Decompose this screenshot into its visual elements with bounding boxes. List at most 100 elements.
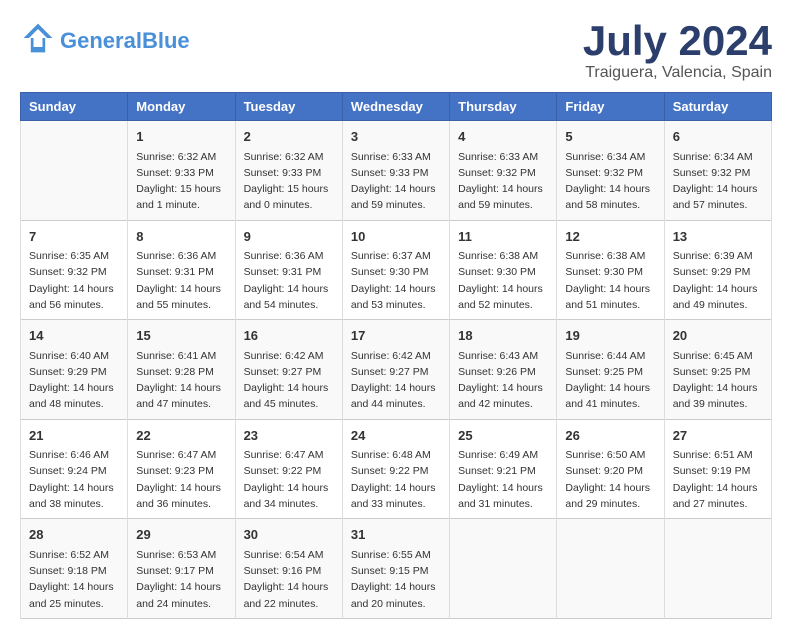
day-info: Sunrise: 6:34 AMSunset: 9:32 PMDaylight:… xyxy=(565,149,655,214)
day-info: Sunrise: 6:38 AMSunset: 9:30 PMDaylight:… xyxy=(565,248,655,313)
header-cell-saturday: Saturday xyxy=(664,93,771,121)
day-info: Sunrise: 6:32 AMSunset: 9:33 PMDaylight:… xyxy=(244,149,334,214)
day-info: Sunrise: 6:54 AMSunset: 9:16 PMDaylight:… xyxy=(244,547,334,612)
day-info: Sunrise: 6:51 AMSunset: 9:19 PMDaylight:… xyxy=(673,447,763,512)
week-row-1: 1Sunrise: 6:32 AMSunset: 9:33 PMDaylight… xyxy=(21,121,772,221)
day-number: 15 xyxy=(136,326,226,346)
day-cell: 26Sunrise: 6:50 AMSunset: 9:20 PMDayligh… xyxy=(557,419,664,519)
day-cell xyxy=(450,519,557,619)
day-cell: 5Sunrise: 6:34 AMSunset: 9:32 PMDaylight… xyxy=(557,121,664,221)
day-info: Sunrise: 6:32 AMSunset: 9:33 PMDaylight:… xyxy=(136,149,226,214)
day-number: 31 xyxy=(351,525,441,545)
week-row-3: 14Sunrise: 6:40 AMSunset: 9:29 PMDayligh… xyxy=(21,320,772,420)
day-cell: 14Sunrise: 6:40 AMSunset: 9:29 PMDayligh… xyxy=(21,320,128,420)
day-cell: 27Sunrise: 6:51 AMSunset: 9:19 PMDayligh… xyxy=(664,419,771,519)
day-number: 11 xyxy=(458,227,548,247)
week-row-4: 21Sunrise: 6:46 AMSunset: 9:24 PMDayligh… xyxy=(21,419,772,519)
day-info: Sunrise: 6:49 AMSunset: 9:21 PMDaylight:… xyxy=(458,447,548,512)
day-number: 10 xyxy=(351,227,441,247)
day-number: 2 xyxy=(244,127,334,147)
header-cell-thursday: Thursday xyxy=(450,93,557,121)
day-number: 12 xyxy=(565,227,655,247)
day-number: 4 xyxy=(458,127,548,147)
day-cell: 8Sunrise: 6:36 AMSunset: 9:31 PMDaylight… xyxy=(128,220,235,320)
day-number: 1 xyxy=(136,127,226,147)
day-info: Sunrise: 6:36 AMSunset: 9:31 PMDaylight:… xyxy=(244,248,334,313)
day-number: 17 xyxy=(351,326,441,346)
day-number: 7 xyxy=(29,227,119,247)
day-cell: 6Sunrise: 6:34 AMSunset: 9:32 PMDaylight… xyxy=(664,121,771,221)
day-number: 22 xyxy=(136,426,226,446)
day-info: Sunrise: 6:47 AMSunset: 9:23 PMDaylight:… xyxy=(136,447,226,512)
day-info: Sunrise: 6:37 AMSunset: 9:30 PMDaylight:… xyxy=(351,248,441,313)
day-info: Sunrise: 6:53 AMSunset: 9:17 PMDaylight:… xyxy=(136,547,226,612)
day-info: Sunrise: 6:38 AMSunset: 9:30 PMDaylight:… xyxy=(458,248,548,313)
day-info: Sunrise: 6:45 AMSunset: 9:25 PMDaylight:… xyxy=(673,348,763,413)
location: Traiguera, Valencia, Spain xyxy=(583,64,772,82)
day-number: 16 xyxy=(244,326,334,346)
day-info: Sunrise: 6:34 AMSunset: 9:32 PMDaylight:… xyxy=(673,149,763,214)
day-number: 28 xyxy=(29,525,119,545)
day-number: 9 xyxy=(244,227,334,247)
day-cell: 11Sunrise: 6:38 AMSunset: 9:30 PMDayligh… xyxy=(450,220,557,320)
day-number: 25 xyxy=(458,426,548,446)
day-info: Sunrise: 6:46 AMSunset: 9:24 PMDaylight:… xyxy=(29,447,119,512)
day-number: 18 xyxy=(458,326,548,346)
header-cell-wednesday: Wednesday xyxy=(342,93,449,121)
title-block: July 2024 Traiguera, Valencia, Spain xyxy=(583,20,772,82)
logo-general: GeneralBlue xyxy=(60,30,190,52)
day-info: Sunrise: 6:44 AMSunset: 9:25 PMDaylight:… xyxy=(565,348,655,413)
day-cell: 22Sunrise: 6:47 AMSunset: 9:23 PMDayligh… xyxy=(128,419,235,519)
header-row: SundayMondayTuesdayWednesdayThursdayFrid… xyxy=(21,93,772,121)
logo-text-block: GeneralBlue xyxy=(60,30,190,52)
day-info: Sunrise: 6:42 AMSunset: 9:27 PMDaylight:… xyxy=(351,348,441,413)
day-cell xyxy=(664,519,771,619)
day-cell: 23Sunrise: 6:47 AMSunset: 9:22 PMDayligh… xyxy=(235,419,342,519)
header-cell-tuesday: Tuesday xyxy=(235,93,342,121)
day-info: Sunrise: 6:48 AMSunset: 9:22 PMDaylight:… xyxy=(351,447,441,512)
day-cell: 15Sunrise: 6:41 AMSunset: 9:28 PMDayligh… xyxy=(128,320,235,420)
day-cell: 20Sunrise: 6:45 AMSunset: 9:25 PMDayligh… xyxy=(664,320,771,420)
day-number: 23 xyxy=(244,426,334,446)
day-cell: 29Sunrise: 6:53 AMSunset: 9:17 PMDayligh… xyxy=(128,519,235,619)
day-cell xyxy=(557,519,664,619)
day-info: Sunrise: 6:52 AMSunset: 9:18 PMDaylight:… xyxy=(29,547,119,612)
day-info: Sunrise: 6:33 AMSunset: 9:32 PMDaylight:… xyxy=(458,149,548,214)
page-header: GeneralBlue July 2024 Traiguera, Valenci… xyxy=(20,20,772,82)
day-info: Sunrise: 6:33 AMSunset: 9:33 PMDaylight:… xyxy=(351,149,441,214)
day-info: Sunrise: 6:39 AMSunset: 9:29 PMDaylight:… xyxy=(673,248,763,313)
logo-icon xyxy=(20,20,56,61)
day-info: Sunrise: 6:41 AMSunset: 9:28 PMDaylight:… xyxy=(136,348,226,413)
day-number: 21 xyxy=(29,426,119,446)
day-number: 14 xyxy=(29,326,119,346)
header-cell-sunday: Sunday xyxy=(21,93,128,121)
day-info: Sunrise: 6:35 AMSunset: 9:32 PMDaylight:… xyxy=(29,248,119,313)
day-number: 24 xyxy=(351,426,441,446)
day-cell: 18Sunrise: 6:43 AMSunset: 9:26 PMDayligh… xyxy=(450,320,557,420)
calendar-header: SundayMondayTuesdayWednesdayThursdayFrid… xyxy=(21,93,772,121)
day-info: Sunrise: 6:43 AMSunset: 9:26 PMDaylight:… xyxy=(458,348,548,413)
day-cell: 2Sunrise: 6:32 AMSunset: 9:33 PMDaylight… xyxy=(235,121,342,221)
day-number: 19 xyxy=(565,326,655,346)
day-cell: 1Sunrise: 6:32 AMSunset: 9:33 PMDaylight… xyxy=(128,121,235,221)
day-number: 13 xyxy=(673,227,763,247)
day-cell: 19Sunrise: 6:44 AMSunset: 9:25 PMDayligh… xyxy=(557,320,664,420)
day-cell: 3Sunrise: 6:33 AMSunset: 9:33 PMDaylight… xyxy=(342,121,449,221)
day-info: Sunrise: 6:42 AMSunset: 9:27 PMDaylight:… xyxy=(244,348,334,413)
day-cell: 7Sunrise: 6:35 AMSunset: 9:32 PMDaylight… xyxy=(21,220,128,320)
calendar-table: SundayMondayTuesdayWednesdayThursdayFrid… xyxy=(20,92,772,619)
day-number: 5 xyxy=(565,127,655,147)
day-number: 30 xyxy=(244,525,334,545)
day-cell: 9Sunrise: 6:36 AMSunset: 9:31 PMDaylight… xyxy=(235,220,342,320)
day-cell: 4Sunrise: 6:33 AMSunset: 9:32 PMDaylight… xyxy=(450,121,557,221)
day-number: 6 xyxy=(673,127,763,147)
day-cell: 12Sunrise: 6:38 AMSunset: 9:30 PMDayligh… xyxy=(557,220,664,320)
month-year: July 2024 xyxy=(583,20,772,62)
day-info: Sunrise: 6:47 AMSunset: 9:22 PMDaylight:… xyxy=(244,447,334,512)
day-info: Sunrise: 6:40 AMSunset: 9:29 PMDaylight:… xyxy=(29,348,119,413)
day-cell: 16Sunrise: 6:42 AMSunset: 9:27 PMDayligh… xyxy=(235,320,342,420)
day-cell: 21Sunrise: 6:46 AMSunset: 9:24 PMDayligh… xyxy=(21,419,128,519)
header-cell-friday: Friday xyxy=(557,93,664,121)
day-number: 8 xyxy=(136,227,226,247)
day-cell: 10Sunrise: 6:37 AMSunset: 9:30 PMDayligh… xyxy=(342,220,449,320)
